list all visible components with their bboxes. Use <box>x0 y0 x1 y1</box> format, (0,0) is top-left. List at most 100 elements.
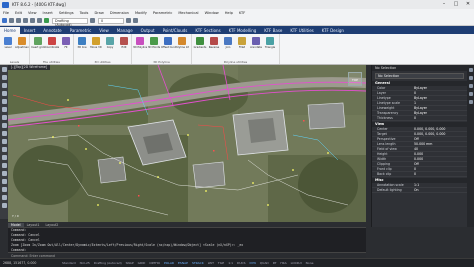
menu-parametric[interactable]: Parametric <box>150 11 175 15</box>
menu-insert[interactable]: Insert <box>40 11 56 15</box>
scale-icon[interactable] <box>1 147 7 152</box>
status-toggle[interactable]: LWT <box>206 261 216 265</box>
tab-ktf-modelling[interactable]: KTF Modelling <box>225 27 261 34</box>
selection-dropdown[interactable]: No Selection <box>375 73 464 79</box>
menu-tools[interactable]: Tools <box>77 11 92 15</box>
move-3d-tool[interactable]: Move 3D <box>89 35 103 60</box>
menu-modify[interactable]: Modify <box>132 11 150 15</box>
tab-home[interactable]: Home <box>0 27 20 34</box>
tab-manage[interactable]: Manage <box>113 27 137 34</box>
3d-line-tool[interactable]: 3D line <box>75 35 89 60</box>
status-toggle[interactable]: ESNAP <box>176 261 190 265</box>
library-icon[interactable] <box>468 84 473 88</box>
tab-ktf-design[interactable]: KTF Design <box>318 27 348 34</box>
polyline-info-tool[interactable]: Polyline Info <box>175 35 189 60</box>
tab-ktf-utilities[interactable]: KTF Utilities <box>286 27 317 34</box>
fit-tool[interactable]: Fit <box>59 35 73 60</box>
tab-insert[interactable]: Insert <box>20 27 39 34</box>
status-toggle[interactable]: Standard <box>60 261 78 265</box>
tab-ktf-sections[interactable]: KTF Sections <box>191 27 224 34</box>
triangle-tool[interactable]: Triangle <box>263 35 277 60</box>
status-toggle[interactable]: None <box>304 261 316 265</box>
status-toggle[interactable]: GRID <box>136 261 148 265</box>
drawing-viewport[interactable]: [-][Top][2D Wireframe] TOP Y / X <box>8 65 366 222</box>
print-icon[interactable] <box>23 18 28 23</box>
close-button[interactable]: ✕ <box>462 0 474 9</box>
open-file-icon[interactable] <box>9 18 14 23</box>
tab-ktf-base[interactable]: KTF Base <box>260 27 286 34</box>
3d-polyline-tool[interactable]: 3D Polyline <box>133 35 147 60</box>
structure-icon[interactable] <box>468 100 473 104</box>
status-toggle[interactable]: RT <box>271 261 279 265</box>
layer-state-icon[interactable] <box>90 18 95 23</box>
rotate-icon[interactable] <box>1 139 7 144</box>
annotate-tool[interactable]: Annotate <box>249 35 263 60</box>
prop-row[interactable]: Default lighting On <box>372 188 467 193</box>
menu-dimension[interactable]: Dimension <box>107 11 132 15</box>
gradients-tool[interactable]: Gradients <box>193 35 207 60</box>
tab-view[interactable]: View <box>95 27 113 34</box>
tab-parametric[interactable]: Parametric <box>66 27 96 34</box>
menu-edit[interactable]: Edit <box>12 11 25 15</box>
adjustment-level-tool[interactable]: Adjustment Level <box>15 35 29 60</box>
color-icon[interactable] <box>126 18 131 23</box>
workspace-select[interactable]: Drafting (Autocad) <box>52 17 88 27</box>
menu-file[interactable]: File <box>0 11 12 15</box>
viewport-view-label[interactable]: [-][Top][2D Wireframe] <box>8 65 51 70</box>
extend-icon[interactable] <box>1 163 7 168</box>
status-toggle[interactable]: STRACK <box>190 261 206 265</box>
properties-icon[interactable] <box>468 68 473 72</box>
linetype-icon[interactable] <box>133 18 138 23</box>
join-tool[interactable]: Join <box>221 35 235 60</box>
menu-view[interactable]: View <box>25 11 40 15</box>
menu-window[interactable]: Window <box>202 11 222 15</box>
maximize-button[interactable]: □ <box>450 0 462 9</box>
status-toggle[interactable]: QUAD <box>258 261 271 265</box>
tab-point-clouds[interactable]: Point/Clouds <box>159 27 192 34</box>
undo-icon[interactable] <box>30 18 35 23</box>
erase-icon[interactable] <box>1 203 7 208</box>
edit-tool[interactable]: Edit <box>117 35 131 60</box>
redo-icon[interactable] <box>37 18 42 23</box>
nav-cube-icon[interactable]: TOP <box>348 72 362 86</box>
fillet-tool[interactable]: Fillet <box>235 35 249 60</box>
tab-model[interactable]: Model <box>8 222 24 227</box>
insert-grids-tool[interactable]: Insert grids <box>31 35 45 60</box>
explode-icon[interactable] <box>1 187 7 192</box>
status-toggle[interactable]: TILE <box>216 261 226 265</box>
array-icon[interactable] <box>1 179 7 184</box>
layers-icon[interactable] <box>468 76 473 80</box>
minimize-button[interactable]: – <box>438 0 450 9</box>
status-toggle[interactable]: LOCKUI <box>289 261 304 265</box>
menu-draw[interactable]: Draw <box>91 11 106 15</box>
text-icon[interactable] <box>1 123 7 128</box>
tab-layout1[interactable]: Layout1 <box>24 223 43 227</box>
status-toggle[interactable]: SNAP <box>124 261 136 265</box>
select-icon[interactable] <box>1 67 7 72</box>
layer-icon[interactable] <box>44 18 49 23</box>
coordinates-tool[interactable]: Coordinates <box>45 35 59 60</box>
status-toggle[interactable]: HKA <box>278 261 288 265</box>
menu-settings[interactable]: Settings <box>56 11 77 15</box>
hatch-icon[interactable] <box>1 115 7 120</box>
trim-icon[interactable] <box>1 155 7 160</box>
copy-tool[interactable]: Copy <box>103 35 117 60</box>
status-toggle[interactable]: ISO-25 <box>78 261 92 265</box>
reverse-tool[interactable]: Reverse <box>207 35 221 60</box>
offset-curve-tool[interactable]: Offset Curve <box>161 35 175 60</box>
status-toggle[interactable]: DYN <box>248 261 258 265</box>
prop-row[interactable]: Thickness 0 <box>372 116 467 121</box>
rectangle-icon[interactable] <box>1 107 7 112</box>
tab-annotate[interactable]: Annotate <box>39 27 65 34</box>
status-toggle[interactable]: Drafting (Autocad) <box>92 261 124 265</box>
save-icon[interactable] <box>16 18 21 23</box>
new-file-icon[interactable] <box>2 18 7 23</box>
status-toggle[interactable]: ORTHO <box>147 261 162 265</box>
tab-output[interactable]: Output <box>137 27 159 34</box>
menu-help[interactable]: Help <box>222 11 236 15</box>
move-icon[interactable] <box>1 131 7 136</box>
menu-ktf[interactable]: KTF <box>236 11 248 15</box>
polyline-draw-icon[interactable] <box>1 83 7 88</box>
status-toggle[interactable]: DUCS <box>235 261 248 265</box>
status-toggle[interactable]: POLAR <box>162 261 176 265</box>
